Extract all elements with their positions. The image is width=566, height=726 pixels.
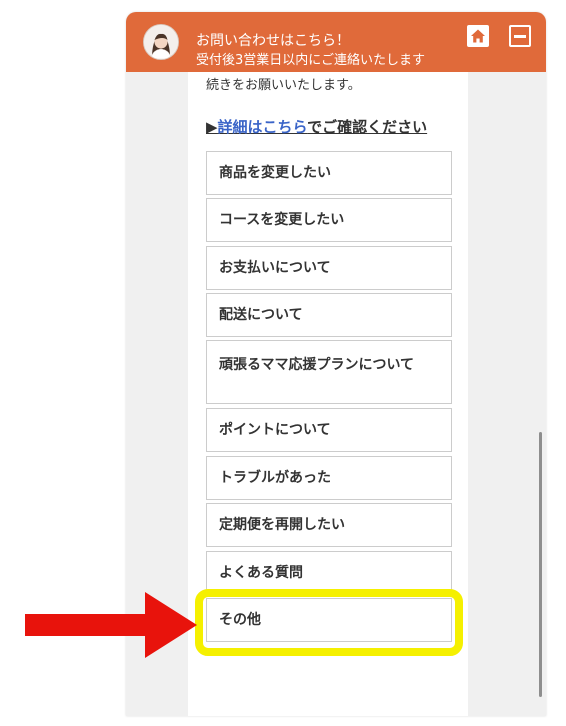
home-button[interactable] bbox=[467, 25, 489, 47]
minimize-button[interactable] bbox=[509, 25, 531, 47]
minimize-icon bbox=[514, 35, 526, 38]
red-arrow-icon bbox=[25, 592, 197, 658]
header-subtitle: 受付後3営業日以内にご連絡いたします bbox=[196, 53, 426, 68]
option-change-course[interactable]: コースを変更したい bbox=[206, 198, 452, 242]
detail-link[interactable]: ▶詳細はこちらでご確認ください bbox=[206, 116, 427, 137]
agent-avatar bbox=[143, 24, 179, 60]
option-payment[interactable]: お支払いについて bbox=[206, 246, 452, 290]
option-other[interactable]: その他 bbox=[206, 598, 452, 642]
detail-link-anchor[interactable]: 詳細はこちら bbox=[218, 118, 308, 136]
option-resume-subscription[interactable]: 定期便を再開したい bbox=[206, 503, 452, 547]
detail-link-marker: ▶ bbox=[206, 118, 218, 136]
option-points[interactable]: ポイントについて bbox=[206, 408, 452, 452]
scrollbar-thumb[interactable] bbox=[539, 432, 542, 697]
option-change-product[interactable]: 商品を変更したい bbox=[206, 151, 452, 195]
widget-header: お問い合わせはこちら！ 受付後3営業日以内にご連絡いたします bbox=[126, 12, 546, 72]
option-delivery[interactable]: 配送について bbox=[206, 293, 452, 337]
header-title: お問い合わせはこちら！ bbox=[196, 33, 350, 49]
option-trouble[interactable]: トラブルがあった bbox=[206, 456, 452, 500]
message-text-partial: 続きをお願いいたします。 bbox=[206, 78, 361, 93]
option-mama-support-plan[interactable]: 頑張るママ応援プランについて bbox=[206, 340, 452, 404]
avatar-image bbox=[144, 25, 178, 59]
home-icon bbox=[471, 29, 485, 43]
screen: お問い合わせはこちら！ 受付後3営業日以内にご連絡いたします 続きをお願いいたし… bbox=[0, 0, 566, 726]
detail-link-suffix: でご確認ください bbox=[307, 118, 428, 136]
option-faq[interactable]: よくある質問 bbox=[206, 551, 452, 595]
